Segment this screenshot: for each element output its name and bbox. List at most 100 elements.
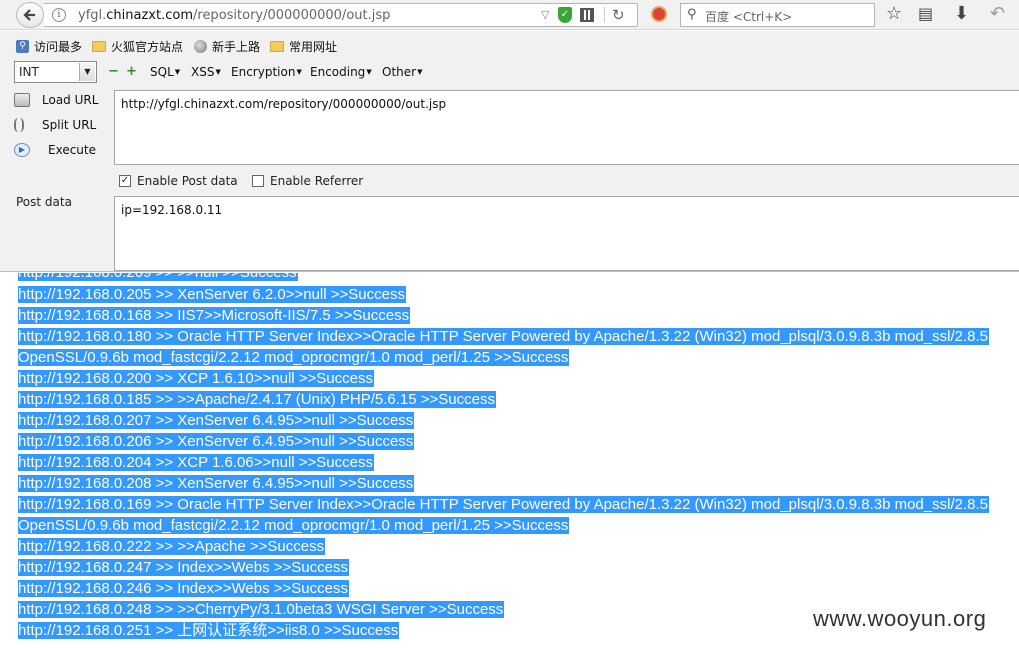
bookmark-label: 访问最多 bbox=[34, 40, 83, 54]
split-url-button[interactable]: Split URL bbox=[14, 118, 96, 132]
output-text: http://192.168.0.207 >> XenServer 6.4.95… bbox=[18, 412, 415, 429]
post-data-label: Post data bbox=[16, 195, 72, 209]
caret-icon: ▼ bbox=[215, 68, 221, 76]
enable-referrer-checkbox[interactable]: Enable Referrer bbox=[252, 174, 363, 188]
post-data-textarea[interactable]: ip=192.168.0.11 bbox=[114, 196, 1019, 271]
menu-label: Other bbox=[382, 65, 417, 79]
bookmark-label: 常用网址 bbox=[289, 40, 338, 54]
url-bar[interactable]: i yfgl.chinazxt.com/repository/000000000… bbox=[44, 3, 638, 27]
bookmark-most-visited[interactable]: ⚲ 访问最多 bbox=[16, 38, 82, 55]
bookmark-firefox-site[interactable]: 火狐官方站点 bbox=[92, 38, 183, 55]
url-dropdown-icon[interactable]: ▽ bbox=[541, 8, 549, 21]
back-arrow-icon bbox=[23, 9, 35, 21]
folder-icon bbox=[92, 41, 106, 52]
page-output[interactable]: http://192.168.0.209 >> >>null >>Success… bbox=[0, 273, 1019, 648]
output-text: http://192.168.0.248 >> >>CherryPy/3.1.0… bbox=[18, 601, 505, 618]
url-prefix: yfgl. bbox=[78, 8, 107, 23]
qr-code-icon[interactable] bbox=[580, 8, 594, 22]
menu-xss[interactable]: XSS▼ bbox=[191, 65, 221, 79]
plus-icon[interactable]: + bbox=[126, 65, 137, 78]
load-url-button[interactable]: Load URL bbox=[14, 93, 98, 107]
enable-post-checkbox[interactable]: ✓ Enable Post data bbox=[119, 174, 238, 188]
output-text: http://192.168.0.222 >> >>Apache >>Succe… bbox=[18, 538, 326, 555]
output-line: http://192.168.0.207 >> XenServer 6.4.95… bbox=[18, 410, 415, 431]
menu-encryption[interactable]: Encryption▼ bbox=[231, 65, 302, 79]
bookmarks-toolbar: ⚲ 访问最多 火狐官方站点 新手上路 常用网址 bbox=[0, 31, 1019, 59]
adblock-icon[interactable] bbox=[651, 6, 667, 22]
output-line: http://192.168.0.185 >> >>Apache/2.4.17 … bbox=[18, 389, 496, 410]
watermark: www.wooyun.org bbox=[813, 606, 987, 631]
encoding-select[interactable]: INT ▼ bbox=[14, 61, 97, 83]
bookmark-label: 火狐官方站点 bbox=[111, 40, 184, 54]
output-text: http://192.168.0.208 >> XenServer 6.4.95… bbox=[18, 475, 415, 492]
output-line: http://192.168.0.246 >> Index>>Webs >>Su… bbox=[18, 578, 349, 599]
output-line: http://192.168.0.200 >> XCP 1.6.10>>null… bbox=[18, 368, 374, 389]
site-info-icon[interactable]: i bbox=[52, 8, 66, 22]
output-text: http://192.168.0.246 >> Index>>Webs >>Su… bbox=[18, 580, 349, 597]
search-placeholder: 百度 <Ctrl+K> bbox=[705, 10, 793, 24]
url-path: /repository/000000000/out.jsp bbox=[193, 8, 391, 23]
output-text: http://192.168.0.204 >> XCP 1.6.06>>null… bbox=[18, 454, 374, 471]
output-line: http://192.168.0.169 >> Oracle HTTP Serv… bbox=[18, 494, 989, 515]
output-line: http://192.168.0.247 >> Index>>Webs >>Su… bbox=[18, 557, 349, 578]
menu-label: Encryption bbox=[231, 65, 296, 79]
checkbox-checked-icon[interactable]: ✓ bbox=[119, 175, 131, 187]
split-url-icon bbox=[14, 118, 24, 132]
output-text: http://192.168.0.205 >> XenServer 6.2.0>… bbox=[18, 286, 406, 303]
minus-icon[interactable]: − bbox=[108, 65, 119, 78]
checkbox-unchecked-icon[interactable] bbox=[252, 175, 264, 187]
hackbar-panel: Load URL Split URL ▶ Execute http://yfgl… bbox=[0, 87, 1019, 272]
url-text[interactable]: yfgl.chinazxt.com/repository/000000000/o… bbox=[78, 8, 390, 23]
download-icon[interactable]: ⬇ bbox=[954, 4, 969, 24]
load-url-label: Load URL bbox=[42, 93, 99, 107]
bookmark-common-sites[interactable]: 常用网址 bbox=[270, 38, 337, 55]
reload-icon[interactable]: ↻ bbox=[612, 6, 625, 24]
output-line: http://192.168.0.204 >> XCP 1.6.06>>null… bbox=[18, 452, 374, 473]
output-text: OpenSSL/0.9.6b mod_fastcgi/2.2.12 mod_op… bbox=[18, 517, 570, 534]
menu-encoding[interactable]: Encoding▼ bbox=[310, 65, 372, 79]
bookmark-label: 新手上路 bbox=[212, 40, 261, 54]
url-textarea[interactable]: http://yfgl.chinazxt.com/repository/0000… bbox=[114, 90, 1019, 165]
output-line: http://192.168.0.206 >> XenServer 6.4.95… bbox=[18, 431, 415, 452]
post-data-value: ip=192.168.0.11 bbox=[121, 203, 223, 217]
divider bbox=[604, 7, 605, 23]
undo-icon[interactable]: ↶ bbox=[990, 4, 1005, 24]
caret-icon: ▼ bbox=[296, 68, 302, 76]
bookmark-getting-started[interactable]: 新手上路 bbox=[194, 38, 260, 55]
enable-referrer-label: Enable Referrer bbox=[270, 174, 364, 188]
back-button[interactable] bbox=[16, 2, 44, 28]
output-text: http://192.168.0.180 >> Oracle HTTP Serv… bbox=[18, 328, 989, 345]
output-line: http://192.168.0.248 >> >>CherryPy/3.1.0… bbox=[18, 599, 505, 620]
chevron-down-icon[interactable]: ▼ bbox=[79, 63, 95, 81]
globe-icon bbox=[194, 40, 207, 53]
output-line: http://192.168.0.251 >> 上网认证系统>>iis8.0 >… bbox=[18, 620, 400, 641]
split-url-label: Split URL bbox=[42, 118, 97, 132]
output-text: http://192.168.0.185 >> >>Apache/2.4.17 … bbox=[18, 391, 496, 408]
caret-icon: ▼ bbox=[417, 68, 423, 76]
caret-icon: ▼ bbox=[366, 68, 372, 76]
load-url-icon bbox=[14, 93, 30, 107]
menu-other[interactable]: Other▼ bbox=[382, 65, 422, 79]
output-line: http://192.168.0.180 >> Oracle HTTP Serv… bbox=[18, 326, 989, 347]
navigation-toolbar: i yfgl.chinazxt.com/repository/000000000… bbox=[0, 0, 1019, 30]
output-text: http://192.168.0.209 >> >>null >>Success bbox=[18, 273, 298, 281]
search-icon: ⚲ bbox=[687, 7, 697, 22]
output-line: http://192.168.0.168 >> IIS7>>Microsoft-… bbox=[18, 305, 411, 326]
bookmark-star-icon[interactable]: ☆ bbox=[886, 4, 902, 24]
output-line: OpenSSL/0.9.6b mod_fastcgi/2.2.12 mod_op… bbox=[18, 515, 570, 536]
output-line: OpenSSL/0.9.6b mod_fastcgi/2.2.12 mod_op… bbox=[18, 347, 570, 368]
enable-post-label: Enable Post data bbox=[137, 174, 238, 188]
menu-label: SQL bbox=[150, 65, 174, 79]
execute-label: Execute bbox=[48, 143, 96, 157]
output-text: http://192.168.0.247 >> Index>>Webs >>Su… bbox=[18, 559, 349, 576]
output-text: OpenSSL/0.9.6b mod_fastcgi/2.2.12 mod_op… bbox=[18, 349, 570, 366]
shield-icon[interactable]: ✓ bbox=[558, 7, 572, 23]
encoding-select-value: INT bbox=[19, 65, 39, 79]
hackbar-toolbar: INT ▼ − + SQL▼ XSS▼ Encryption▼ Encoding… bbox=[0, 59, 1019, 87]
output-text: http://192.168.0.169 >> Oracle HTTP Serv… bbox=[18, 496, 989, 513]
reading-list-icon[interactable]: ▤ bbox=[918, 4, 933, 24]
url-domain: chinazxt.com bbox=[106, 8, 193, 23]
menu-sql[interactable]: SQL▼ bbox=[150, 65, 180, 79]
execute-button[interactable]: ▶ Execute bbox=[14, 143, 96, 157]
search-bar[interactable]: ⚲ 百度 <Ctrl+K> bbox=[680, 3, 875, 27]
